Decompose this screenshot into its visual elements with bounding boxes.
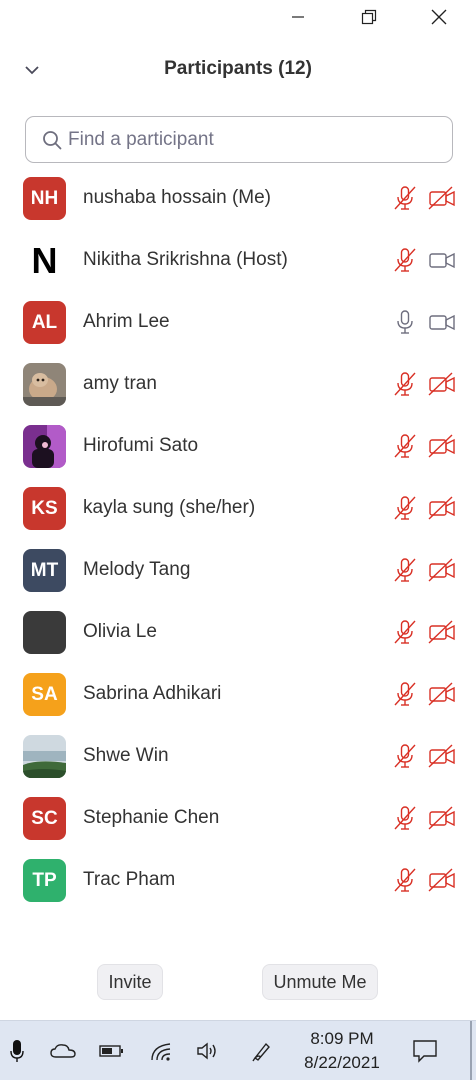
participant-avatar: KS — [23, 487, 66, 530]
participant-avatar: AL — [23, 301, 66, 344]
search-input[interactable] — [68, 117, 438, 162]
mic-muted-icon[interactable] — [392, 681, 418, 707]
clock-time: 8:09 PM — [310, 1029, 374, 1048]
video-off-icon[interactable] — [428, 495, 456, 521]
windows-taskbar: 8:09 PM 8/22/2021 — [0, 1020, 476, 1080]
video-off-icon[interactable] — [428, 619, 456, 645]
unmute-me-button[interactable]: Unmute Me — [262, 964, 378, 1000]
notification-icon[interactable] — [412, 1039, 438, 1063]
battery-icon[interactable] — [99, 1039, 125, 1063]
video-off-icon[interactable] — [428, 557, 456, 583]
minimize-button[interactable] — [280, 4, 316, 30]
participant-avatar — [23, 425, 66, 468]
participant-name: Hirofumi Sato — [83, 435, 199, 456]
participant-row[interactable]: SA Sabrina Adhikari — [0, 663, 476, 725]
mic-muted-icon[interactable] — [392, 185, 418, 211]
participant-avatar: NH — [23, 177, 66, 220]
participant-name: Olivia Le — [83, 621, 157, 642]
window-title-bar — [0, 0, 476, 34]
participant-name: Trac Pham — [83, 869, 176, 890]
video-off-icon[interactable] — [428, 867, 456, 893]
mic-muted-icon[interactable] — [392, 619, 418, 645]
mic-muted-icon[interactable] — [392, 247, 418, 273]
participant-row[interactable]: Hirofumi Sato — [0, 415, 476, 477]
participant-row[interactable]: MT Melody Tang — [0, 539, 476, 601]
video-off-icon[interactable] — [428, 371, 456, 397]
participant-row[interactable]: TP Trac Pham — [0, 849, 476, 911]
participant-avatar: SA — [23, 673, 66, 716]
mic-muted-icon[interactable] — [392, 557, 418, 583]
taskbar-edge — [470, 1021, 472, 1080]
search-icon — [43, 131, 62, 150]
participant-row[interactable]: AL Ahrim Lee — [0, 291, 476, 353]
restore-button[interactable] — [351, 4, 387, 30]
minimize-icon — [292, 16, 304, 18]
mic-icon[interactable] — [392, 309, 418, 335]
invite-button[interactable]: Invite — [97, 964, 163, 1000]
participant-avatar — [23, 611, 66, 654]
mic-muted-icon[interactable] — [392, 433, 418, 459]
volume-icon[interactable] — [195, 1039, 221, 1063]
participant-name: Ahrim Lee — [83, 311, 170, 332]
wifi-icon[interactable] — [148, 1039, 174, 1063]
pen-icon[interactable] — [249, 1039, 275, 1063]
participant-search[interactable] — [25, 116, 453, 163]
participant-row[interactable]: Shwe Win — [0, 725, 476, 787]
participant-name: Shwe Win — [83, 745, 169, 766]
participant-row[interactable]: Olivia Le — [0, 601, 476, 663]
taskbar-clock[interactable]: 8:09 PM 8/22/2021 — [292, 1027, 392, 1075]
microphone-icon[interactable] — [4, 1039, 30, 1063]
clock-date: 8/22/2021 — [304, 1053, 380, 1072]
participant-row[interactable]: N Nikitha Srikrishna (Host) — [0, 229, 476, 291]
mic-muted-icon[interactable] — [392, 371, 418, 397]
participant-avatar — [23, 735, 66, 778]
participant-row[interactable]: KS kayla sung (she/her) — [0, 477, 476, 539]
participant-name: Stephanie Chen — [83, 807, 220, 828]
video-off-icon[interactable] — [428, 743, 456, 769]
participant-name: Melody Tang — [83, 559, 191, 580]
mic-muted-icon[interactable] — [392, 495, 418, 521]
participant-row[interactable]: NH nushaba hossain (Me) — [0, 167, 476, 229]
participant-avatar — [23, 363, 66, 406]
participant-name: Sabrina Adhikari — [83, 683, 222, 704]
participants-header: Participants (12) — [0, 52, 476, 88]
participant-name: Nikitha Srikrishna (Host) — [83, 249, 288, 270]
participant-row[interactable]: amy tran — [0, 353, 476, 415]
video-off-icon[interactable] — [428, 433, 456, 459]
mic-muted-icon[interactable] — [392, 743, 418, 769]
participant-name: amy tran — [83, 373, 157, 394]
participant-list: NH nushaba hossain (Me) N Nikitha Srikrishn… — [0, 167, 476, 911]
participant-row[interactable]: SC Stephanie Chen — [0, 787, 476, 849]
onedrive-cloud-icon[interactable] — [50, 1039, 76, 1063]
video-icon[interactable] — [428, 309, 456, 335]
video-off-icon[interactable] — [428, 805, 456, 831]
restore-icon — [361, 9, 377, 25]
mic-muted-icon[interactable] — [392, 867, 418, 893]
participant-name: kayla sung (she/her) — [83, 497, 256, 518]
video-icon[interactable] — [428, 247, 456, 273]
video-off-icon[interactable] — [428, 681, 456, 707]
panel-title: Participants (12) — [164, 58, 312, 79]
participant-avatar: N — [31, 239, 58, 281]
participant-avatar: TP — [23, 859, 66, 902]
participant-name: nushaba hossain (Me) — [83, 187, 271, 208]
video-off-icon[interactable] — [428, 185, 456, 211]
participant-avatar: SC — [23, 797, 66, 840]
mic-muted-icon[interactable] — [392, 805, 418, 831]
close-button[interactable] — [421, 4, 457, 30]
close-icon — [431, 9, 447, 25]
participant-avatar: MT — [23, 549, 66, 592]
